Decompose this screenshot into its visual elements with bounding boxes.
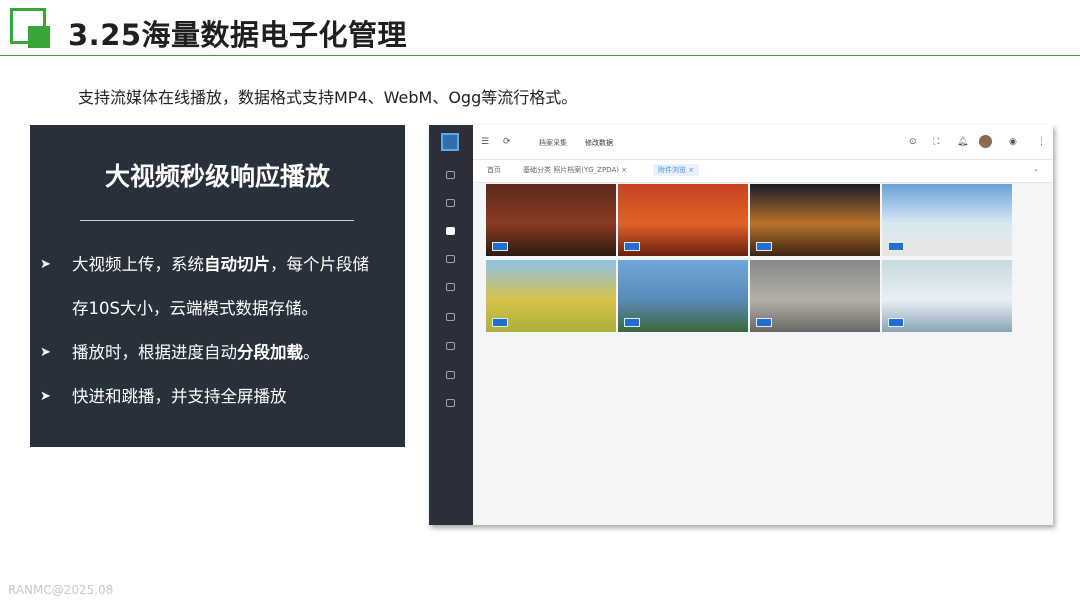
- edit-icon[interactable]: [446, 313, 455, 321]
- logo-mark: [10, 8, 54, 52]
- video-thumbnail-news-anchor[interactable]: [486, 184, 616, 256]
- feature-panel: 大视频秒级响应播放 ➤ 大视频上传，系统自动切片，每个片段储 存10S大小，云端模…: [30, 125, 405, 447]
- video-thumbnail-harvest-field[interactable]: [486, 260, 616, 332]
- archive-icon[interactable]: [446, 227, 455, 235]
- watermark: RANMC@2025.08: [8, 583, 114, 597]
- app-toolbar: ☰ ⟳ 档案采集 修改数据 ⊙ ⛶ 🔔︎ ◉ ⋮: [473, 125, 1053, 160]
- channel-badge-icon: [624, 318, 640, 327]
- arrow-icon: ➤: [40, 389, 51, 404]
- globe-icon[interactable]: ◉: [1009, 137, 1017, 147]
- breadcrumb-current: 修改数据: [585, 139, 613, 147]
- video-thumbnail-rocket-launch[interactable]: [882, 184, 1012, 256]
- intro-text: 支持流媒体在线播放，数据格式支持MP4、WebM、Ogg等流行格式。: [78, 88, 578, 107]
- app-screenshot: ☰ ⟳ 档案采集 修改数据 ⊙ ⛶ 🔔︎ ◉ ⋮ 首页 基础分类 照片档案(YG…: [429, 125, 1053, 525]
- tab-attachment-view[interactable]: 附件浏览 ×: [653, 164, 700, 176]
- app-sidebar: [429, 125, 473, 525]
- video-thumbnail-city-river[interactable]: [618, 260, 748, 332]
- video-thumbnail-night-gate[interactable]: [750, 184, 880, 256]
- refresh-icon[interactable]: ⟳: [503, 137, 511, 147]
- document-icon[interactable]: [446, 283, 455, 291]
- avatar[interactable]: [979, 135, 992, 148]
- page-title: 3.25海量数据电子化管理: [68, 18, 408, 52]
- video-thumbnail-red-stage[interactable]: [618, 184, 748, 256]
- menu-toggle-icon[interactable]: ☰: [481, 137, 489, 147]
- channel-badge-icon: [492, 318, 508, 327]
- database-icon[interactable]: [446, 255, 455, 263]
- search-icon[interactable]: [446, 199, 455, 207]
- bullet-continuation: 存10S大小，云端模式数据存储。: [72, 299, 318, 318]
- feature-bullets: ➤ 大视频上传，系统自动切片，每个片段储 存10S大小，云端模式数据存储。 ➤ 播放…: [38, 243, 400, 419]
- home-icon[interactable]: [446, 171, 455, 179]
- bell-icon[interactable]: 🔔︎: [957, 137, 968, 147]
- report-icon[interactable]: [446, 371, 455, 379]
- lock-icon[interactable]: [446, 342, 455, 350]
- arrow-icon: ➤: [40, 345, 51, 360]
- channel-badge-icon: [888, 242, 904, 251]
- bullet-item: ➤ 快进和跳播，并支持全屏播放: [38, 375, 400, 419]
- tab-home[interactable]: 首页: [487, 165, 501, 175]
- bullet-item: ➤ 播放时，根据进度自动分段加载。: [38, 331, 400, 375]
- channel-badge-icon: [756, 242, 772, 251]
- title-divider: [0, 55, 1080, 56]
- bullet-item: ➤ 大视频上传，系统自动切片，每个片段储: [38, 243, 400, 287]
- channel-badge-icon: [756, 318, 772, 327]
- video-thumbnail-moon-surface[interactable]: [750, 260, 880, 332]
- settings-icon[interactable]: [446, 399, 455, 407]
- more-icon[interactable]: ⋮: [1037, 137, 1046, 147]
- panel-divider: [80, 220, 354, 221]
- channel-badge-icon: [624, 242, 640, 251]
- fullscreen-icon[interactable]: ⛶: [933, 137, 939, 147]
- logo-inner-square: [28, 26, 50, 48]
- video-thumbnail-medical-team[interactable]: [882, 260, 1012, 332]
- panel-title: 大视频秒级响应播放: [104, 162, 330, 191]
- channel-badge-icon: [492, 242, 508, 251]
- app-logo[interactable]: [441, 133, 459, 151]
- breadcrumb-item[interactable]: 档案采集: [539, 138, 567, 148]
- tab-photo-archive[interactable]: 基础分类 照片档案(YG_ZPDA) ×: [523, 165, 627, 175]
- chevron-down-icon[interactable]: ⌄: [1033, 165, 1039, 173]
- settings-icon[interactable]: ⊙: [909, 137, 917, 147]
- app-tabbar: 首页 基础分类 照片档案(YG_ZPDA) × 附件浏览 × ⌄: [473, 160, 1053, 183]
- channel-badge-icon: [888, 318, 904, 327]
- arrow-icon: ➤: [40, 257, 51, 272]
